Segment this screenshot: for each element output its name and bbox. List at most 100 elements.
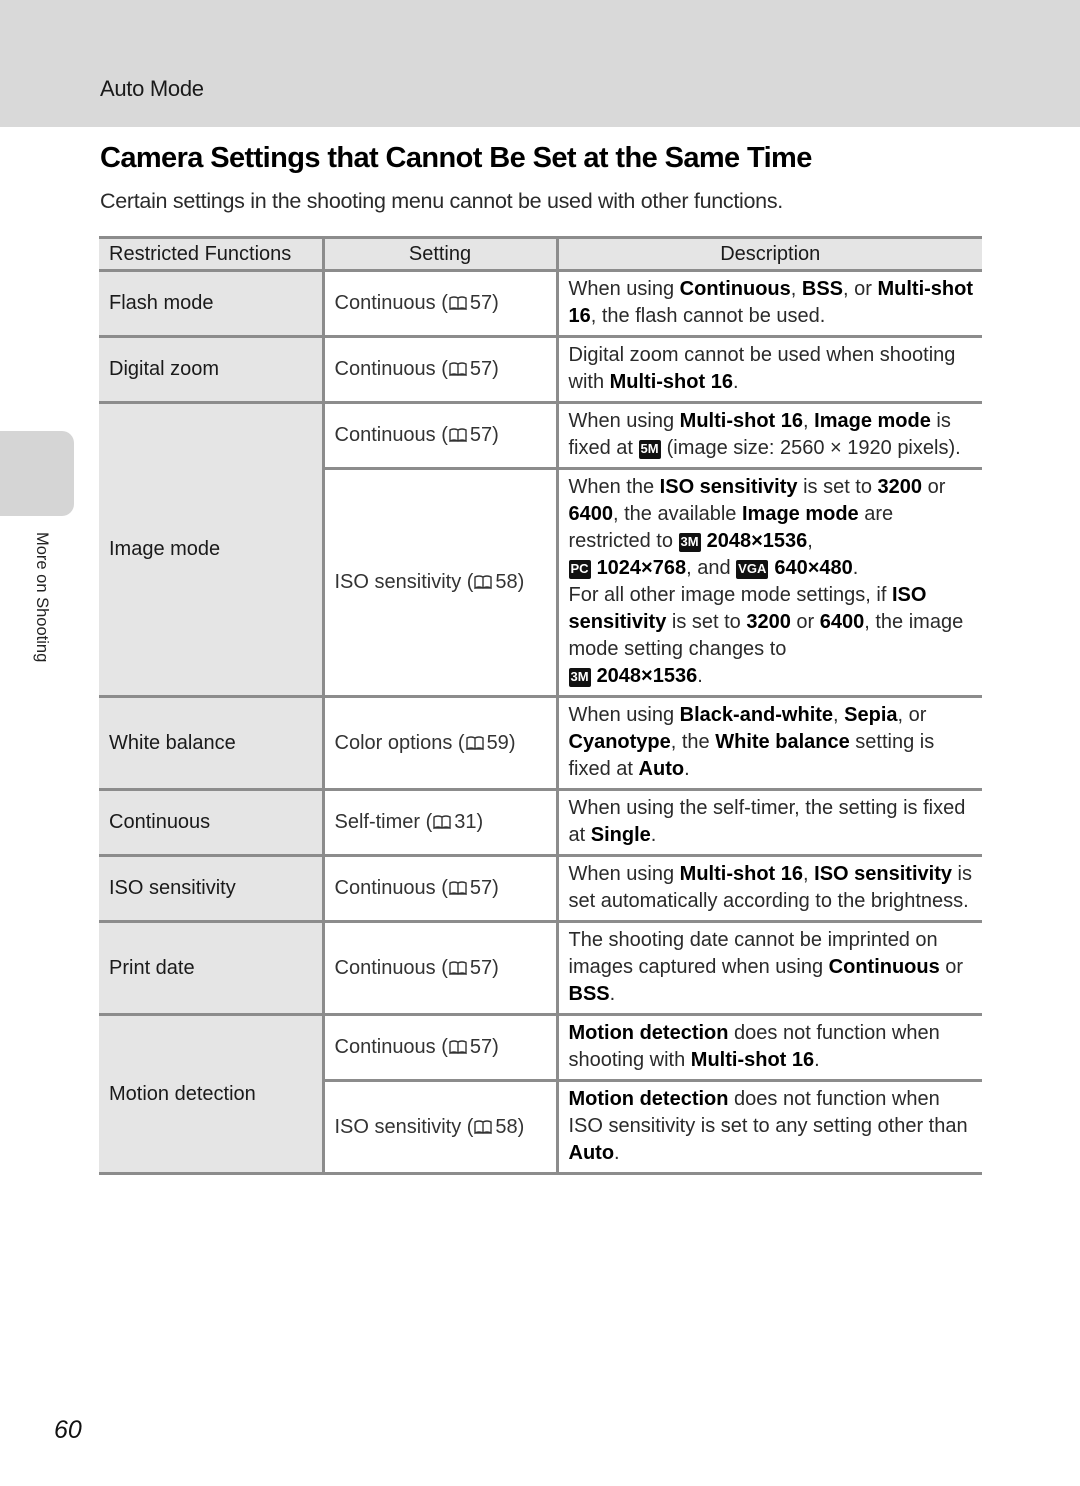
- image-size-5m-icon: 5M: [638, 440, 661, 459]
- emphasized-term: 6400: [568, 503, 614, 525]
- book-icon: [474, 1116, 493, 1134]
- description-text: or: [790, 611, 820, 633]
- emphasized-term: BSS: [568, 983, 610, 1005]
- intro-text: Certain settings in the shooting menu ca…: [100, 189, 783, 213]
- table-row: ISO sensitivity Continuous (57) When using…: [99, 854, 982, 923]
- emphasized-term: Motion detection: [568, 1022, 729, 1044]
- setting-name: Continuous: [334, 1036, 436, 1058]
- page-reference-link[interactable]: 31: [454, 811, 476, 833]
- image-size-3m-icon: 3M: [678, 533, 701, 552]
- description-text: ,: [803, 863, 815, 885]
- description-text: ,: [790, 278, 802, 300]
- emphasized-term: 2048×1536: [596, 665, 698, 687]
- emphasized-term: Auto: [638, 758, 685, 780]
- page-reference-link[interactable]: 57: [470, 877, 492, 899]
- table-row: White balance Color options (59) When usin…: [99, 695, 982, 791]
- setting-cell: ISO sensitivity (58): [323, 467, 559, 698]
- page-title: Camera Settings that Cannot Be Set at th…: [100, 142, 812, 174]
- page-reference-link[interactable]: 57: [470, 957, 492, 979]
- description-cell: When using the self-timer, the setting i…: [557, 788, 982, 857]
- description-text: When using: [568, 410, 680, 432]
- restricted-function: Print date: [99, 920, 325, 1016]
- description-text: (image size: 2560 × 1920 pixels).: [666, 437, 961, 459]
- restricted-function: ISO sensitivity: [99, 854, 325, 923]
- book-icon: [449, 877, 467, 896]
- description-cell: The shooting date cannot be imprinted on…: [557, 920, 982, 1016]
- emphasized-term: Continuous: [679, 278, 791, 300]
- emphasized-term: Auto: [568, 1142, 615, 1164]
- emphasized-term: Black-and-white: [679, 704, 834, 726]
- emphasized-term: Multi-shot 16: [679, 863, 804, 885]
- restricted-function: Image mode: [99, 401, 325, 698]
- description-cell: Digital zoom cannot be used when shootin…: [557, 335, 982, 404]
- description-text: , or: [897, 704, 927, 726]
- emphasized-term: Motion detection: [568, 1088, 729, 1110]
- page-number: 60: [54, 1416, 82, 1444]
- emphasized-term: Cyanotype: [568, 731, 671, 753]
- emphasized-term: 2048×1536: [706, 530, 808, 552]
- restricted-function: Continuous: [99, 788, 325, 857]
- section-label: Auto Mode: [100, 76, 204, 101]
- description-text: .: [732, 371, 739, 393]
- emphasized-term: Image mode: [741, 503, 859, 525]
- page-reference-link[interactable]: 59: [487, 732, 509, 754]
- description-cell: When using Multi-shot 16, ISO sensitivit…: [557, 854, 982, 923]
- setting-name: Color options: [334, 731, 453, 754]
- description-text: .: [697, 665, 703, 687]
- description-cell: When using Multi-shot 16, Image mode is …: [557, 401, 982, 470]
- table-header-row: Restricted Functions Setting Description: [99, 236, 982, 272]
- description-text: or: [939, 956, 964, 978]
- page-reference-link[interactable]: 57: [470, 358, 492, 380]
- restricted-function: Digital zoom: [99, 335, 325, 404]
- chapter-tab[interactable]: [0, 431, 74, 516]
- book-icon: [449, 1036, 467, 1055]
- book-icon: [449, 424, 467, 443]
- description-text: When the: [568, 476, 660, 498]
- description-text: .: [609, 983, 616, 1005]
- setting-name: Continuous: [334, 292, 436, 314]
- description-text: When using: [568, 863, 680, 885]
- setting-cell: Continuous (57): [323, 1013, 559, 1082]
- page-reference-link[interactable]: 57: [470, 292, 492, 314]
- description-text: is set to: [797, 476, 878, 498]
- emphasized-term: Single: [590, 824, 651, 846]
- table-row: Motion detection Continuous (57) Motion de…: [99, 1013, 982, 1175]
- emphasized-term: ISO sensitivity: [814, 863, 952, 885]
- setting-cell: Continuous (57): [323, 401, 559, 470]
- header-band: [0, 0, 1080, 127]
- description-text: , the: [670, 731, 716, 753]
- page-reference-link[interactable]: 58: [495, 571, 517, 593]
- book-icon: [449, 358, 467, 377]
- column-header-description: Description: [557, 236, 982, 272]
- page-reference-link[interactable]: 57: [470, 424, 492, 446]
- setting-cell: ISO sensitivity (58): [323, 1079, 559, 1175]
- description-text: .: [650, 824, 657, 846]
- setting-name: ISO sensitivity: [334, 1115, 462, 1138]
- setting-name: Continuous: [334, 956, 436, 979]
- description-text: .: [614, 1142, 620, 1164]
- book-icon: [449, 292, 467, 311]
- book-icon: [465, 732, 484, 750]
- setting-name: Continuous: [334, 358, 436, 380]
- emphasized-term: Multi-shot 16: [609, 371, 733, 393]
- description-text: ,: [833, 704, 845, 726]
- description-text: .: [684, 758, 690, 780]
- chapter-tab-label: More on Shooting: [33, 532, 51, 663]
- book-icon: [474, 571, 493, 590]
- description-cell: When the ISO sensitivity is set to 3200 …: [557, 467, 982, 698]
- page-reference-link[interactable]: 58: [495, 1116, 517, 1138]
- emphasized-term: White balance: [715, 731, 850, 753]
- table-row: Image mode Continuous (57) When using Mult…: [99, 401, 982, 698]
- description-text: , the flash cannot be used.: [590, 305, 826, 327]
- page-reference-link[interactable]: 57: [470, 1036, 492, 1058]
- setting-cell: Color options (59): [323, 695, 559, 791]
- description-text: For all other image mode settings, if: [568, 584, 892, 606]
- emphasized-term: 3200: [746, 611, 791, 633]
- emphasized-term: ISO sensitivity: [659, 476, 798, 498]
- column-header-setting: Setting: [321, 236, 559, 272]
- emphasized-term: 6400: [819, 611, 865, 633]
- setting-name: ISO sensitivity: [334, 571, 462, 593]
- description-cell: Motion detection does not function when …: [557, 1013, 982, 1082]
- emphasized-term: 3200: [877, 476, 923, 498]
- setting-cell: Continuous (57): [323, 920, 559, 1016]
